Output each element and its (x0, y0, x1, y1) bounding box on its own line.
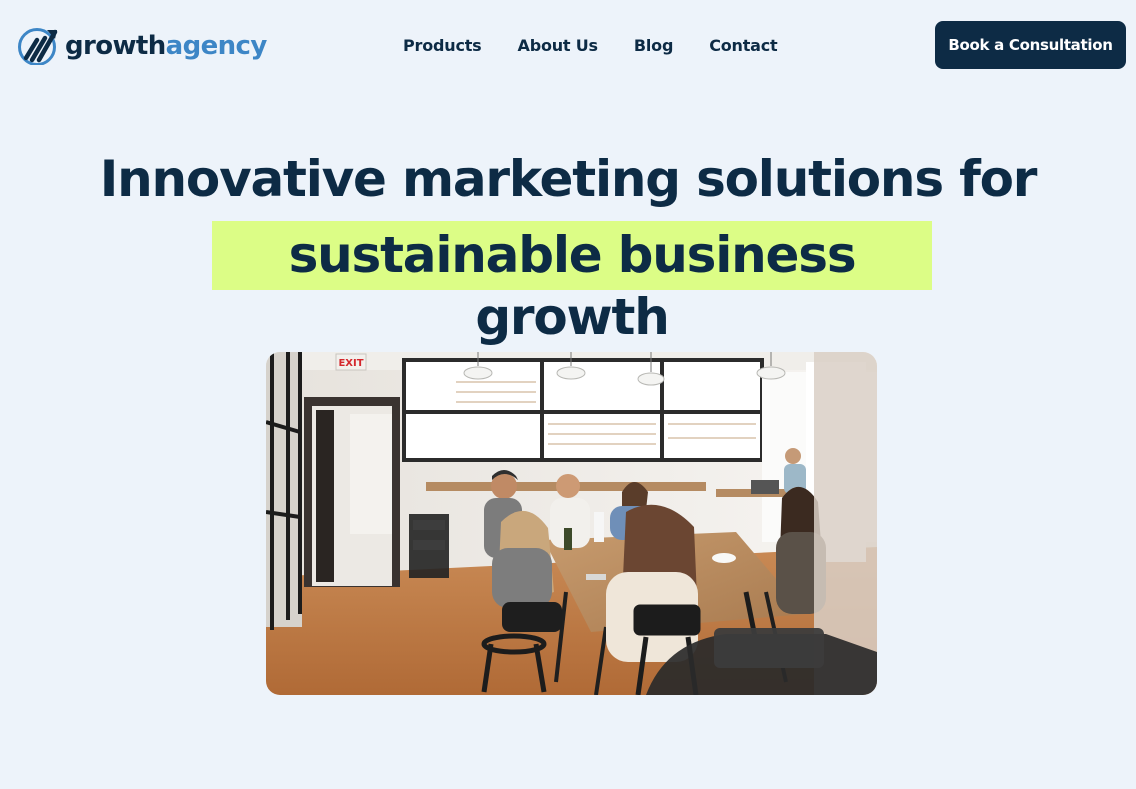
brand-name-part2: agency (165, 31, 268, 61)
hero-photo: EXIT (266, 352, 877, 695)
hero-headline-line2: sustainable business growth (288, 226, 857, 346)
site-header: growthagency Products About Us Blog Cont… (0, 0, 1136, 90)
logo-link[interactable]: growthagency (17, 26, 267, 66)
exit-sign-text: EXIT (338, 358, 363, 369)
book-consultation-button[interactable]: Book a Consultation (935, 21, 1126, 69)
nav-item-contact[interactable]: Contact (709, 36, 778, 55)
nav-item-blog[interactable]: Blog (634, 36, 674, 55)
office-meeting-image: EXIT (266, 352, 877, 695)
main-nav: Products About Us Blog Contact (403, 34, 814, 56)
nav-item-products[interactable]: Products (403, 36, 482, 55)
growth-chart-logo-icon (18, 28, 58, 65)
brand-name-part1: growth (65, 31, 166, 61)
brand-name: growthagency (65, 33, 267, 59)
hero-headline-line1: Innovative marketing solutions for (99, 150, 1038, 208)
nav-item-about-us[interactable]: About Us (518, 36, 599, 55)
